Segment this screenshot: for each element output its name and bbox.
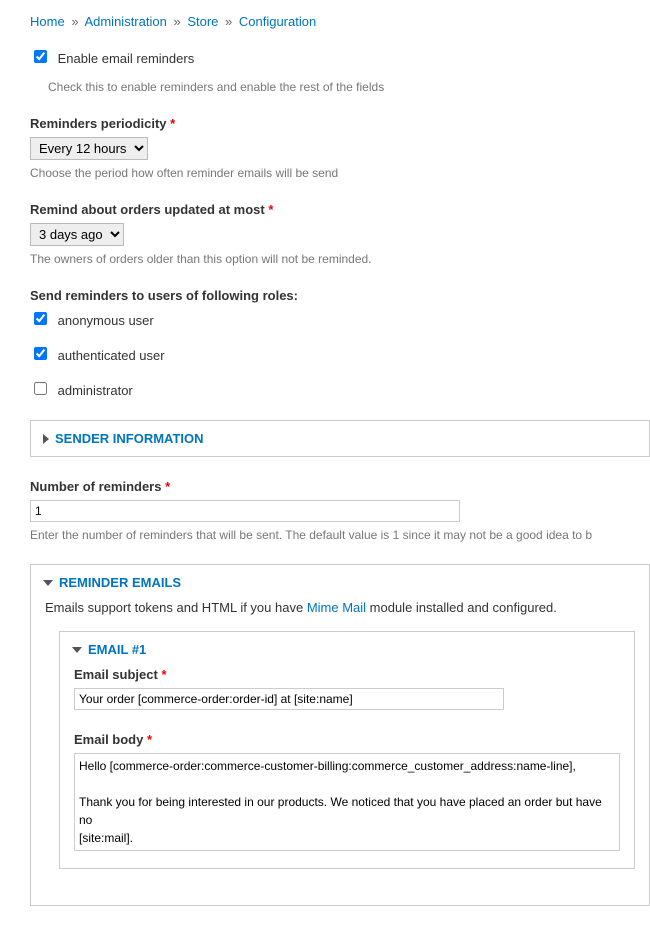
breadcrumb-store[interactable]: Store: [187, 14, 218, 29]
sender-info-fieldset: SENDER INFORMATION: [30, 420, 650, 457]
role-administrator-label: administrator: [58, 383, 133, 398]
breadcrumb-sep: »: [71, 14, 78, 29]
num-reminders-desc: Enter the number of reminders that will …: [30, 528, 650, 542]
periodicity-item: Reminders periodicity * Every 12 hours C…: [30, 116, 650, 180]
email-subject-label: Email subject *: [74, 667, 620, 682]
remind-age-desc: The owners of orders older than this opt…: [30, 252, 650, 266]
chevron-down-icon: [72, 647, 82, 653]
email-1-legend[interactable]: EMAIL #1: [60, 632, 634, 667]
email-body-textarea[interactable]: [74, 753, 620, 851]
role-anonymous-checkbox[interactable]: [34, 312, 47, 325]
breadcrumb-admin[interactable]: Administration: [84, 14, 166, 29]
remind-age-label: Remind about orders updated at most *: [30, 202, 650, 217]
num-reminders-item: Number of reminders * Enter the number o…: [30, 479, 650, 542]
enable-reminders-desc: Check this to enable reminders and enabl…: [48, 80, 650, 94]
roles-item: Send reminders to users of following rol…: [30, 288, 650, 398]
reminder-emails-fieldset: REMINDER EMAILS Emails support tokens an…: [30, 564, 650, 906]
chevron-down-icon: [43, 580, 53, 586]
chevron-right-icon: [43, 434, 49, 444]
periodicity-select[interactable]: Every 12 hours: [30, 137, 148, 160]
breadcrumb-sep: »: [225, 14, 232, 29]
enable-reminders-label: Enable email reminders: [58, 51, 195, 66]
num-reminders-label: Number of reminders *: [30, 479, 650, 494]
role-anonymous-label: anonymous user: [58, 313, 154, 328]
enable-reminders-checkbox[interactable]: [34, 50, 47, 63]
role-authenticated-label: authenticated user: [58, 348, 165, 363]
email-subject-item: Email subject *: [74, 667, 620, 710]
email-1-fieldset: EMAIL #1 Email subject * Email body *: [59, 631, 635, 869]
emails-intro: Emails support tokens and HTML if you ha…: [45, 600, 635, 615]
sender-info-legend[interactable]: SENDER INFORMATION: [31, 421, 649, 456]
breadcrumb-home[interactable]: Home: [30, 14, 65, 29]
email-subject-input[interactable]: [74, 688, 504, 710]
role-administrator-checkbox[interactable]: [34, 382, 47, 395]
roles-label: Send reminders to users of following rol…: [30, 288, 650, 303]
mime-mail-link[interactable]: Mime Mail: [307, 600, 366, 615]
remind-age-select[interactable]: 3 days ago: [30, 223, 124, 246]
num-reminders-input[interactable]: [30, 500, 460, 522]
reminder-emails-legend[interactable]: REMINDER EMAILS: [31, 565, 649, 600]
periodicity-desc: Choose the period how often reminder ema…: [30, 166, 650, 180]
breadcrumb-sep: »: [173, 14, 180, 29]
email-body-label: Email body *: [74, 732, 620, 747]
breadcrumb-config[interactable]: Configuration: [239, 14, 316, 29]
remind-age-item: Remind about orders updated at most * 3 …: [30, 202, 650, 266]
periodicity-label: Reminders periodicity *: [30, 116, 650, 131]
enable-reminders-item: Enable email reminders Check this to ena…: [30, 47, 650, 94]
breadcrumb: Home » Administration » Store » Configur…: [30, 14, 650, 29]
email-body-item: Email body *: [74, 732, 620, 854]
role-authenticated-checkbox[interactable]: [34, 347, 47, 360]
